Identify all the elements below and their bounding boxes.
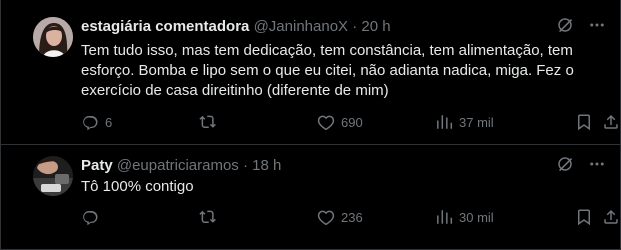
tweet[interactable]: estagiária comentadora @JaninhanoX · 20 … [1,0,620,145]
bookmark-button[interactable] [575,112,593,132]
reply-icon [83,211,98,226]
share-button[interactable] [602,112,620,132]
timeline: estagiária comentadora @JaninhanoX · 20 … [0,0,621,250]
grok-icon[interactable] [556,155,574,178]
more-icon[interactable] [588,155,606,178]
grok-icon[interactable] [556,16,574,39]
separator: · [242,157,248,174]
heart-icon [317,115,335,131]
reply-button[interactable] [81,207,105,227]
tweet-actions: 6 690 37 mil [81,112,620,132]
retweet-button[interactable] [199,112,223,132]
tweet-text: Tem tudo isso, mas tem dedicação, tem co… [81,42,574,99]
views-button[interactable]: 30 mil [435,207,494,227]
views-count: 30 mil [459,209,494,225]
author-name[interactable]: estagiária comentadora [81,18,249,35]
like-button[interactable]: 236 [317,207,363,227]
reply-icon [83,116,98,131]
timestamp[interactable]: 18 h [252,157,281,174]
author-handle[interactable]: @eupatriciaramos [117,157,239,174]
tweet-header-actions [556,156,606,176]
timestamp[interactable]: 20 h [361,18,390,35]
views-icon [437,210,453,224]
heart-icon [317,210,335,226]
share-icon [604,209,618,224]
views-count: 37 mil [459,114,494,130]
reply-count: 6 [105,114,113,130]
like-count: 236 [341,209,363,225]
tweet-actions: 236 30 mil [81,207,620,227]
views-button[interactable]: 37 mil [435,112,494,132]
retweet-icon [199,115,216,128]
author-handle[interactable]: @JaninhanoX [254,18,348,35]
tweet-text: Tô 100% contigo [81,178,194,195]
more-icon[interactable] [588,16,606,39]
avatar[interactable] [33,17,73,57]
author-name[interactable]: Paty [81,157,113,174]
bookmark-icon [578,209,590,226]
bookmark-button[interactable] [575,207,593,227]
tweet-header-actions [556,17,606,37]
share-button[interactable] [602,207,620,227]
separator: · [352,18,358,35]
tweet-header: Paty @eupatriciaramos · 18 h [81,156,620,176]
avatar[interactable] [33,156,73,196]
retweet-icon [199,210,216,223]
views-icon [437,115,453,129]
like-count: 690 [341,114,363,130]
bookmark-icon [578,114,590,131]
reply-button[interactable]: 6 [81,112,112,132]
like-button[interactable]: 690 [317,112,363,132]
retweet-button[interactable] [199,207,223,227]
share-icon [604,114,618,129]
tweet-header: estagiária comentadora @JaninhanoX · 20 … [81,17,620,37]
tweet[interactable]: Paty @eupatriciaramos · 18 h Tô 100% con… [1,146,620,250]
